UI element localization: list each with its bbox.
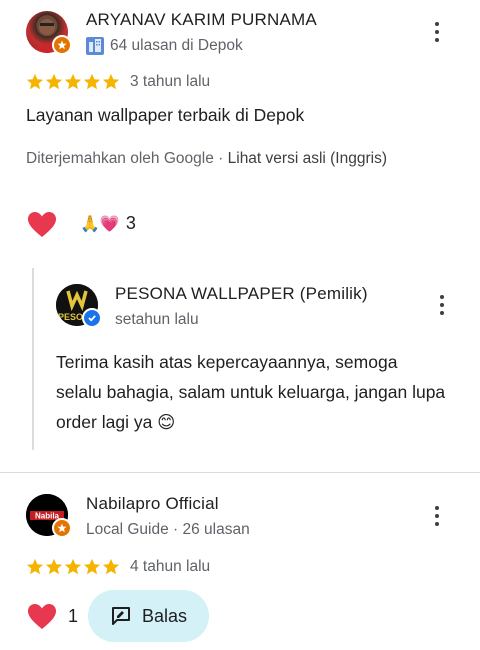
star-icon: [83, 73, 101, 90]
like-heart-icon[interactable]: [28, 212, 56, 238]
reaction-count: 3: [125, 213, 136, 233]
reactions[interactable]: 🙏💗 3: [80, 213, 136, 234]
owner-reply-text: Terima kasih atas kepercayaannya, semoga…: [56, 352, 446, 432]
owner-avatar[interactable]: PESONA: [56, 284, 102, 328]
review-menu-icon[interactable]: [427, 501, 447, 531]
reviewer-name[interactable]: ARYANAV KARIM PURNAMA: [86, 10, 317, 30]
stars: [26, 558, 120, 576]
star-icon: [64, 558, 82, 575]
like-count: 1: [68, 606, 79, 626]
star-icon: [26, 558, 44, 575]
reply-indent-bar: [32, 268, 34, 450]
reviewer-name[interactable]: Nabilapro Official: [86, 494, 219, 514]
star-icon: [83, 558, 101, 575]
owner-name[interactable]: PESONA WALLPAPER (Pemilik): [115, 284, 368, 304]
star-icon: [45, 73, 63, 90]
translation-note: Diterjemahkan oleh Google · Lihat versi …: [26, 150, 387, 168]
reviewer-avatar[interactable]: [26, 11, 72, 55]
star-icon: [45, 558, 63, 575]
owner-reply-menu-icon[interactable]: [432, 290, 452, 320]
like-heart-icon[interactable]: [28, 604, 56, 630]
review-menu-icon[interactable]: [427, 17, 447, 47]
review-divider: [0, 472, 480, 473]
owner-reply-time: setahun lalu: [115, 311, 199, 328]
review-time: 4 tahun lalu: [130, 558, 211, 575]
review-time: 3 tahun lalu: [130, 73, 211, 90]
translated-by-label: Diterjemahkan oleh Google: [26, 150, 214, 167]
reply-button[interactable]: Balas: [88, 590, 210, 642]
reviewer-meta: 64 ulasan di Depok: [86, 37, 243, 55]
view-original-link[interactable]: Lihat versi asli (Inggris): [228, 150, 387, 167]
star-icon: [26, 73, 44, 90]
separator: ·: [213, 150, 228, 167]
star-rating: 4 tahun lalu: [26, 558, 210, 576]
review-text: Layanan wallpaper terbaik di Depok: [26, 105, 305, 125]
stars: [26, 73, 120, 91]
reviewer-avatar[interactable]: Nabila: [26, 494, 72, 538]
building-icon: [86, 37, 104, 55]
reaction-emojis: 🙏💗: [80, 214, 120, 233]
star-icon: [64, 73, 82, 90]
reviewer-meta-text: 64 ulasan di Depok: [110, 37, 243, 54]
reply-icon: [112, 607, 130, 625]
star-rating: 3 tahun lalu: [26, 73, 210, 91]
reviewer-meta-text: Local Guide · 26 ulasan: [86, 521, 250, 538]
star-icon: [102, 73, 120, 90]
star-icon: [102, 558, 120, 575]
local-guide-badge-icon: [52, 35, 72, 55]
local-guide-badge-icon: [52, 518, 72, 538]
verified-badge-icon: [82, 308, 102, 328]
reply-button-label: Balas: [142, 605, 188, 626]
